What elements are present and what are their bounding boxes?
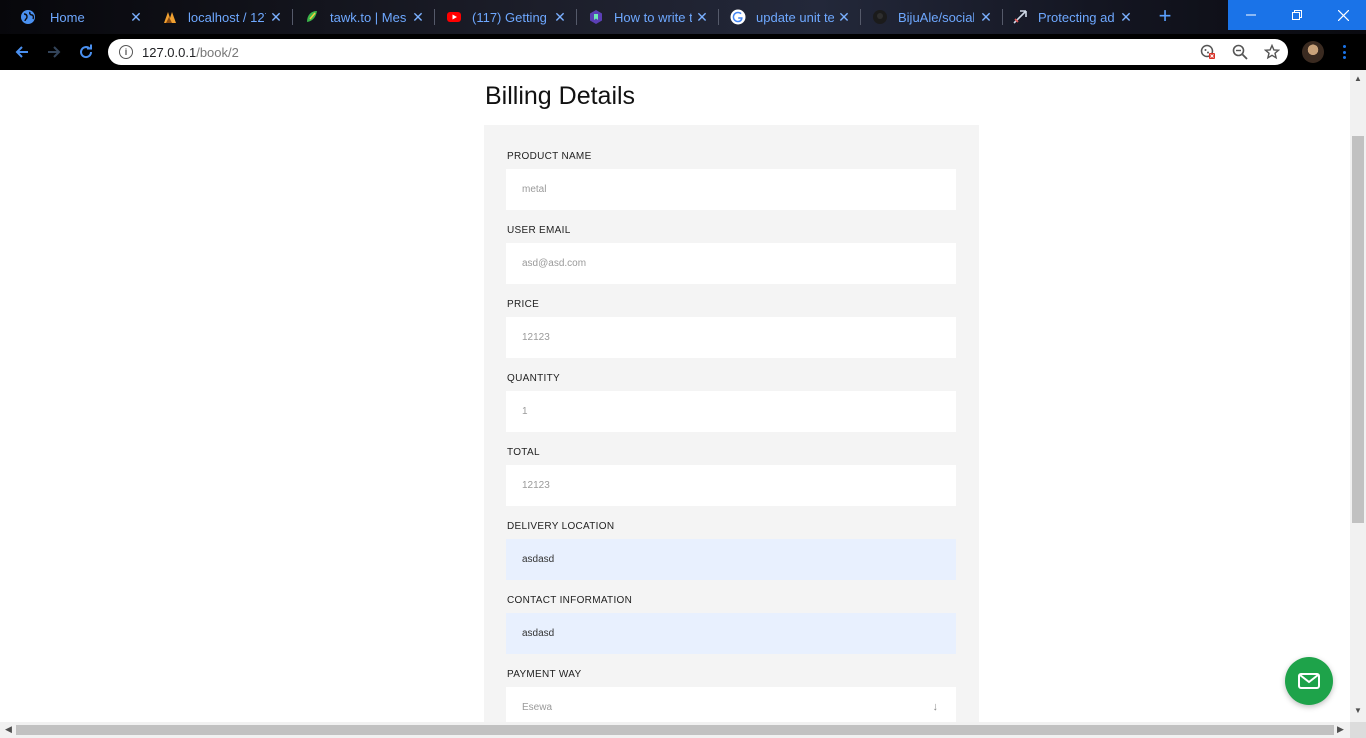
tab-title: tawk.to | Mess	[330, 9, 406, 25]
user-email-input[interactable]: asd@asd.com	[506, 243, 956, 284]
menu-kebab-icon[interactable]	[1338, 43, 1350, 61]
close-icon[interactable]: ✕	[410, 9, 426, 25]
scroll-left-icon[interactable]: ◀	[5, 724, 12, 735]
contact-information-label: CONTACT INFORMATION	[507, 595, 633, 606]
user-email-label: USER EMAIL	[507, 225, 571, 236]
scroll-down-icon[interactable]: ▼	[1354, 706, 1362, 715]
tab-title: Home	[50, 9, 85, 25]
profile-avatar[interactable]	[1302, 41, 1324, 63]
tawkto-icon	[304, 9, 320, 25]
product-name-input[interactable]: metal	[506, 169, 956, 210]
scrollbar-corner	[1350, 722, 1366, 738]
product-name-label: PRODUCT NAME	[507, 151, 592, 162]
vertical-scroll-thumb[interactable]	[1352, 136, 1364, 523]
delivery-location-input[interactable]: asdasd	[506, 539, 956, 580]
address-url: 127.0.0.1/book/2	[142, 45, 239, 60]
quantity-input[interactable]: 1	[506, 391, 956, 432]
horizontal-scrollbar[interactable]: ◀ ▶	[0, 722, 1350, 738]
total-label: TOTAL	[507, 447, 540, 458]
chat-message-button[interactable]	[1285, 657, 1333, 705]
tab-strip: Home ✕ localhost / 127 ✕ tawk.to | Mess …	[0, 0, 1366, 34]
google-icon	[730, 9, 746, 25]
back-button[interactable]	[10, 40, 34, 64]
close-icon[interactable]: ✕	[978, 9, 994, 25]
tab-google[interactable]: update unit te ✕	[730, 0, 861, 34]
github-icon	[872, 9, 888, 25]
url-host: 127.0.0.1	[142, 44, 197, 60]
tab-separator	[860, 9, 861, 25]
close-window-button[interactable]	[1320, 0, 1366, 30]
scroll-up-icon[interactable]: ▲	[1354, 74, 1362, 83]
tab-title: update unit te	[756, 9, 834, 25]
tab-youtube[interactable]: (117) Getting S ✕	[446, 0, 577, 34]
phpmyadmin-icon	[162, 9, 178, 25]
address-bar[interactable]: i 127.0.0.1/book/2	[108, 39, 1288, 65]
star-icon[interactable]	[1264, 44, 1280, 60]
payment-way-label: PAYMENT WAY	[507, 669, 582, 680]
tab-separator	[1002, 9, 1003, 25]
horizontal-scroll-thumb[interactable]	[16, 725, 1334, 735]
payment-way-select[interactable]: Esewa ↓	[506, 687, 956, 722]
price-input[interactable]: 12123	[506, 317, 956, 358]
bookmark-icon	[588, 9, 604, 25]
page-viewport: Billing Details PRODUCT NAME metal USER …	[0, 70, 1350, 722]
tab-title: localhost / 127	[188, 9, 266, 25]
vertical-scrollbar[interactable]: ▲ ▼	[1350, 70, 1366, 722]
total-input[interactable]: 12123	[506, 465, 956, 506]
close-icon[interactable]: ✕	[128, 9, 144, 25]
forward-button[interactable]	[42, 40, 66, 64]
page-title: Billing Details	[485, 82, 636, 110]
payment-way-value: Esewa	[522, 702, 553, 713]
tab-home[interactable]: Home ✕	[20, 0, 152, 34]
quantity-label: QUANTITY	[507, 373, 560, 384]
zoom-icon[interactable]	[1232, 44, 1248, 60]
tab-separator	[718, 9, 719, 25]
youtube-icon	[446, 9, 462, 25]
minimize-button[interactable]	[1228, 0, 1274, 30]
chevron-down-icon: ↓	[932, 701, 939, 713]
tab-protecting[interactable]: Protecting adn ✕	[1012, 0, 1142, 34]
tab-separator	[434, 9, 435, 25]
tab-title: (117) Getting S	[472, 9, 548, 25]
delivery-location-label: DELIVERY LOCATION	[507, 521, 615, 532]
close-icon[interactable]: ✕	[268, 9, 284, 25]
url-path: /book/2	[196, 44, 239, 60]
tab-localhost[interactable]: localhost / 127 ✕	[162, 0, 293, 34]
scroll-right-icon[interactable]: ▶	[1337, 724, 1344, 735]
close-icon[interactable]: ✕	[1118, 9, 1134, 25]
arrow-icon	[1012, 9, 1028, 25]
globe-icon	[20, 9, 36, 25]
price-label: PRICE	[507, 299, 540, 310]
reload-button[interactable]	[74, 40, 98, 64]
close-icon[interactable]: ✕	[836, 9, 852, 25]
mail-icon	[1297, 669, 1321, 693]
tab-title: Protecting adn	[1038, 9, 1114, 25]
tab-title: How to write te	[614, 9, 692, 25]
close-icon[interactable]: ✕	[552, 9, 568, 25]
tab-github[interactable]: BijuAle/social_ ✕	[872, 0, 1003, 34]
tab-separator	[576, 9, 577, 25]
contact-information-input[interactable]: asdasd	[506, 613, 956, 654]
close-icon[interactable]: ✕	[694, 9, 710, 25]
tab-separator	[292, 9, 293, 25]
restore-button[interactable]	[1274, 0, 1320, 30]
new-tab-button[interactable]: +	[1153, 5, 1177, 29]
tab-title: BijuAle/social_	[898, 9, 974, 25]
billing-form: PRODUCT NAME metal USER EMAIL asd@asd.co…	[484, 125, 979, 722]
tab-how-to-write[interactable]: How to write te ✕	[588, 0, 719, 34]
tab-tawkto[interactable]: tawk.to | Mess ✕	[304, 0, 435, 34]
info-icon[interactable]: i	[119, 45, 133, 59]
cookie-blocked-icon[interactable]	[1200, 44, 1216, 60]
